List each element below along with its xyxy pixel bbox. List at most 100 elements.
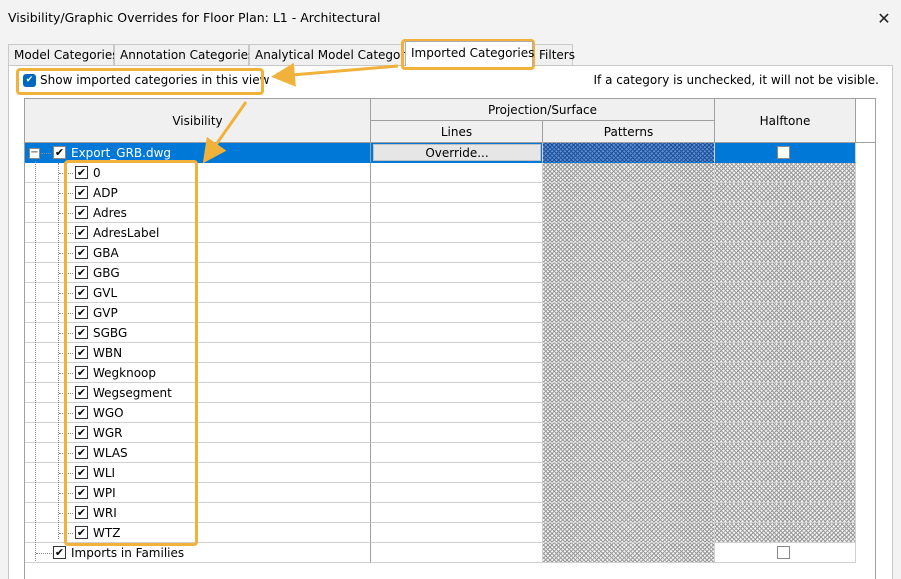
header-projection-label: Projection/Surface	[487, 102, 598, 117]
checkmark-icon: ✔	[76, 486, 87, 499]
layer-visibility-checkbox[interactable]: ✔	[75, 286, 88, 299]
imports-in-families-checkbox[interactable]: ✔	[53, 546, 66, 559]
layer-visibility-checkbox[interactable]: ✔	[75, 406, 88, 419]
table-row[interactable]: ✔ 0	[25, 163, 856, 183]
table-row[interactable]: ✔ WTZ	[25, 523, 856, 543]
parent-visibility-checkbox[interactable]: ✔	[53, 146, 66, 159]
patterns-cell	[543, 243, 715, 263]
table-row[interactable]: ✔ Wegknoop	[25, 363, 856, 383]
override-button[interactable]: Override...	[373, 144, 541, 161]
table-row[interactable]: ✔ WGO	[25, 403, 856, 423]
table-row[interactable]: ✔ GVP	[25, 303, 856, 323]
halftone-cell	[715, 243, 856, 263]
header-visibility[interactable]: Visibility	[25, 99, 371, 143]
layer-visibility-checkbox[interactable]: ✔	[75, 186, 88, 199]
close-icon[interactable]: ✕	[867, 0, 901, 36]
halftone-cell	[715, 183, 856, 203]
layer-name: WGR	[93, 426, 123, 440]
tab-model-categories[interactable]: Model Categories	[8, 44, 119, 65]
table-row[interactable]: ✔ WRI	[25, 503, 856, 523]
patterns-cell	[543, 203, 715, 223]
layer-visibility-checkbox[interactable]: ✔	[75, 266, 88, 279]
header-halftone[interactable]: Halftone	[715, 99, 856, 143]
layer-name: GVP	[93, 306, 118, 320]
layer-visibility-checkbox[interactable]: ✔	[75, 166, 88, 179]
lines-cell	[371, 283, 543, 303]
table-row[interactable]: ✔ WGR	[25, 423, 856, 443]
checkmark-icon: ✔	[76, 466, 87, 479]
tree-connector	[59, 313, 73, 314]
table-row[interactable]: ✔ GVL	[25, 283, 856, 303]
patterns-cell	[543, 463, 715, 483]
title-bar: Visibility/Graphic Overrides for Floor P…	[0, 0, 901, 36]
table-row[interactable]: ✔ ADP	[25, 183, 856, 203]
tab-imported-categories[interactable]: Imported Categories	[405, 41, 534, 66]
patterns-cell	[543, 343, 715, 363]
layer-visibility-checkbox[interactable]: ✔	[75, 386, 88, 399]
tree-connector	[59, 173, 73, 174]
header-projection-surface: Projection/Surface	[371, 99, 715, 121]
header-lines[interactable]: Lines	[371, 121, 543, 143]
table-row[interactable]: ✔ WBN	[25, 343, 856, 363]
hint-text: If a category is unchecked, it will not …	[593, 73, 879, 87]
tree-connector	[59, 413, 73, 414]
checkmark-icon: ✔	[76, 526, 87, 539]
layer-visibility-checkbox[interactable]: ✔	[75, 226, 88, 239]
layer-visibility-checkbox[interactable]: ✔	[75, 326, 88, 339]
layer-visibility-checkbox[interactable]: ✔	[75, 466, 88, 479]
layer-visibility-checkbox[interactable]: ✔	[75, 486, 88, 499]
parent-halftone-checkbox[interactable]	[777, 146, 790, 159]
tree-connector	[59, 253, 73, 254]
show-imported-row[interactable]: ✔ Show imported categories in this view	[23, 73, 269, 87]
imports-halftone-checkbox[interactable]	[777, 546, 790, 559]
layer-visibility-checkbox[interactable]: ✔	[75, 526, 88, 539]
layer-visibility-checkbox[interactable]: ✔	[75, 366, 88, 379]
layer-visibility-checkbox[interactable]: ✔	[75, 206, 88, 219]
lines-cell	[371, 523, 543, 543]
lines-cell	[371, 243, 543, 263]
tab-annotation-categories[interactable]: Annotation Categories	[114, 44, 254, 65]
table-row-parent[interactable]: − ✔ Export_GRB.dwg Override...	[25, 143, 856, 163]
lines-cell	[371, 443, 543, 463]
table-row[interactable]: ✔ SGBG	[25, 323, 856, 343]
checkmark-icon: ✔	[76, 506, 87, 519]
layer-name: 0	[93, 166, 101, 180]
checkmark-icon: ✔	[76, 306, 87, 319]
table-row[interactable]: ✔ WLAS	[25, 443, 856, 463]
lines-cell	[371, 463, 543, 483]
layer-visibility-checkbox[interactable]: ✔	[75, 306, 88, 319]
halftone-cell	[715, 463, 856, 483]
collapse-minus-icon[interactable]: −	[29, 148, 40, 159]
table-row[interactable]: ✔ WPI	[25, 483, 856, 503]
layer-name: SGBG	[93, 326, 128, 340]
tree-connector	[59, 333, 73, 334]
table-row[interactable]: ✔ GBG	[25, 263, 856, 283]
categories-table: Visibility Projection/Surface Lines Patt…	[24, 98, 876, 579]
layer-visibility-checkbox[interactable]: ✔	[75, 506, 88, 519]
table-row[interactable]: ✔ WLI	[25, 463, 856, 483]
layer-visibility-checkbox[interactable]: ✔	[75, 446, 88, 459]
layer-visibility-checkbox[interactable]: ✔	[75, 346, 88, 359]
lines-cell	[371, 203, 543, 223]
halftone-cell	[715, 383, 856, 403]
table-row[interactable]: ✔ Adres	[25, 203, 856, 223]
layer-visibility-checkbox[interactable]: ✔	[75, 426, 88, 439]
table-row[interactable]: ✔ GBA	[25, 243, 856, 263]
table-row-imports-in-families[interactable]: ✔ Imports in Families	[25, 543, 856, 563]
patterns-cell	[543, 323, 715, 343]
checkmark-icon: ✔	[76, 346, 87, 359]
halftone-cell	[715, 403, 856, 423]
header-filler	[856, 99, 875, 143]
show-imported-checkbox[interactable]: ✔	[23, 73, 36, 87]
table-row[interactable]: ✔ Wegsegment	[25, 383, 856, 403]
header-patterns[interactable]: Patterns	[543, 121, 715, 143]
checkmark-icon: ✔	[25, 74, 34, 85]
patterns-cell	[543, 423, 715, 443]
layer-visibility-checkbox[interactable]: ✔	[75, 246, 88, 259]
tree-connector	[59, 453, 73, 454]
halftone-cell	[715, 523, 856, 543]
table-row[interactable]: ✔ AdresLabel	[25, 223, 856, 243]
patterns-cell	[543, 443, 715, 463]
tab-filters[interactable]: Filters	[533, 44, 575, 65]
tab-analytical-model-categories[interactable]: Analytical Model Categories	[249, 44, 422, 65]
